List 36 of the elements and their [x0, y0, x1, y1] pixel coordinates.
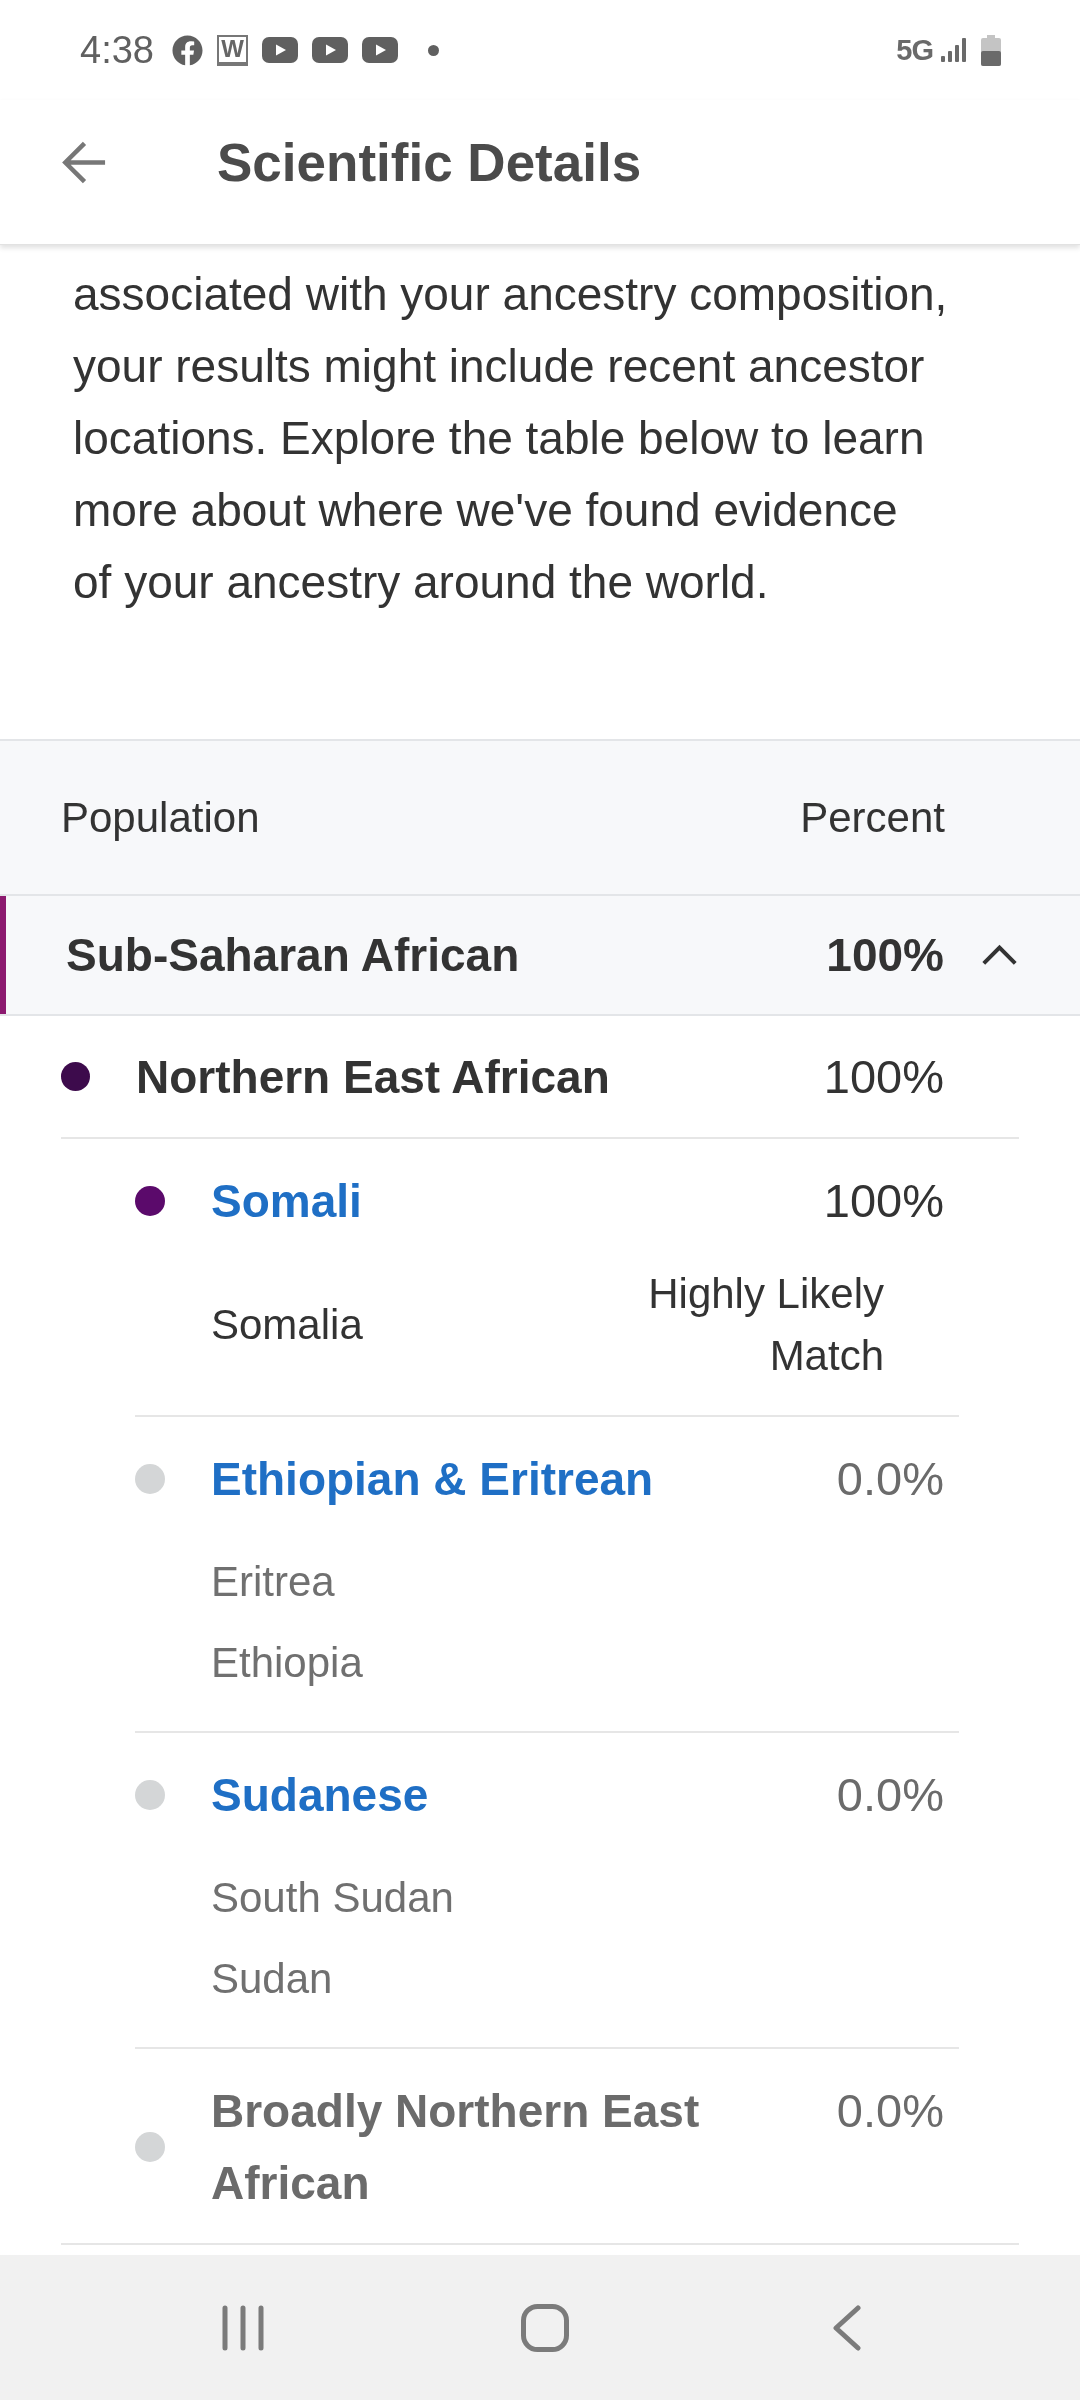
home-icon — [521, 2303, 569, 2352]
location-name: Ethiopia — [211, 1637, 363, 1688]
location-name: Somalia — [211, 1300, 363, 1350]
play-button-icon — [311, 37, 348, 63]
chevron-up-icon[interactable] — [981, 944, 1018, 966]
category-percent: 100% — [826, 928, 944, 982]
facebook-icon — [171, 34, 203, 66]
population-percent: 0.0% — [836, 1451, 944, 1507]
population-link[interactable]: Ethiopian & Eritrean — [211, 1443, 817, 1515]
population-link[interactable]: Sudanese — [211, 1759, 817, 1831]
recent-apps-icon — [222, 2304, 264, 2351]
population-percent: 100% — [823, 1173, 944, 1229]
notification-dot-icon — [427, 44, 439, 56]
population-name: Broadly Northern East African — [211, 2084, 701, 2211]
network-label: 5G — [896, 33, 933, 67]
intro-text: associated with your ancestry composition, your results might include recent ancestor locations. Explore the table below to learn more about where we've found evidence of your ancestry around the world. — [72, 267, 949, 610]
screen-title: Scientific Details — [217, 131, 642, 193]
play-button-icon — [261, 37, 298, 63]
signal-icon — [941, 38, 968, 62]
column-header: Percent — [800, 793, 945, 842]
population-percent: 0.0% — [836, 1767, 944, 1823]
location-name: Sudan — [211, 1953, 333, 2004]
region-percent: 100% — [823, 1049, 944, 1104]
location-name: South Sudan — [211, 1872, 454, 1923]
play-button-icon — [361, 37, 398, 63]
category-name: Sub-Saharan African — [66, 928, 521, 982]
status-time: 4:38 — [80, 28, 154, 72]
app-notification-icon: W — [216, 34, 248, 66]
population-link[interactable]: Somali — [211, 1165, 804, 1237]
match-label: Highly Likely Match — [647, 1269, 884, 1381]
location-name: Eritrea — [211, 1556, 335, 1607]
back-chevron-icon — [833, 2304, 861, 2351]
region-name: Northern East African — [136, 1049, 611, 1104]
column-header: Population — [61, 793, 260, 842]
population-percent: 0.0% — [836, 2083, 944, 2139]
battery-icon — [981, 34, 1001, 66]
